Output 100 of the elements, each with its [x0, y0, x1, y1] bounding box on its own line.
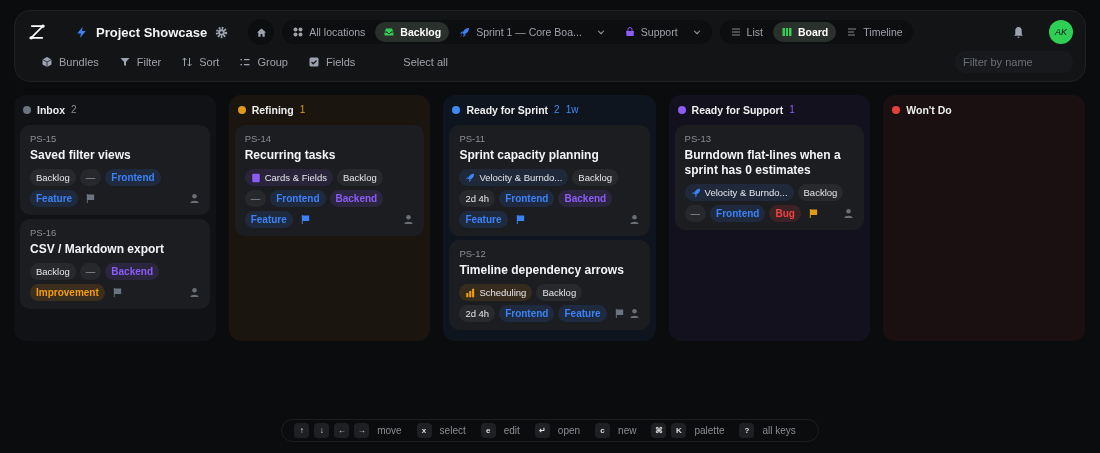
board-icon — [780, 26, 793, 38]
toolbar-button[interactable]: Bundles — [35, 52, 105, 72]
key-cap: c — [595, 423, 611, 438]
priority-chip[interactable]: — — [244, 190, 267, 207]
assignee-icon — [188, 287, 200, 298]
toolbar-button[interactable]: Fields — [302, 52, 362, 72]
project-title: Project Showcase — [96, 24, 208, 40]
toolbar-button[interactable]: Sort — [175, 52, 226, 72]
tag-chip[interactable]: Frontend — [710, 205, 766, 222]
flag-icon[interactable] — [514, 214, 526, 225]
toolbar-button[interactable]: Group — [233, 52, 294, 72]
status-chip[interactable]: Backlog — [797, 184, 844, 201]
task-title: Sprint capacity planning — [459, 148, 600, 163]
task-id: PS-15 — [30, 133, 58, 144]
key-cap: x — [416, 423, 432, 438]
location-tab[interactable]: Backlog — [375, 22, 450, 42]
task-card[interactable]: PS-15 Saved filter views Backlog — Frontend Feature — [20, 125, 210, 215]
tag-chip[interactable]: Frontend — [499, 305, 555, 322]
tag-chip[interactable]: Improvement — [30, 284, 105, 301]
task-card[interactable]: PS-13 Burndown flat-lines when a sprint has 0 estimates Velocity & Burndo... Backlog — Frontend Bug — [674, 125, 865, 230]
view-tab[interactable]: Board — [772, 22, 837, 42]
tag-chip[interactable]: Frontend — [270, 190, 326, 207]
project-chip[interactable]: Velocity & Burndo... — [684, 184, 794, 201]
task-id: PS-16 — [30, 227, 58, 238]
tag-chip[interactable]: Feature — [244, 211, 293, 228]
column-title: Won't Do — [906, 103, 952, 116]
column-count: 2 — [71, 104, 77, 115]
flag-icon[interactable] — [807, 208, 819, 219]
task-id: PS-14 — [244, 133, 273, 144]
key-cap: ← — [334, 423, 350, 438]
task-id: PS-12 — [459, 248, 487, 259]
shortcut-label: palette — [694, 425, 725, 436]
lightning-icon — [75, 25, 88, 39]
estimate-chip[interactable]: 2d 4h — [459, 190, 496, 207]
rocket-icon — [459, 26, 472, 38]
tag-chip[interactable]: Frontend — [499, 190, 555, 207]
assignee-icon — [188, 193, 200, 204]
bell-icon — [1012, 25, 1025, 39]
status-chip[interactable]: Backlog — [30, 169, 76, 186]
project-chip[interactable]: Scheduling — [459, 284, 533, 301]
assignee-icon — [628, 214, 640, 225]
task-card[interactable]: PS-11 Sprint capacity planning Velocity & Burndo... Backlog 2d 4h Frontend Backend Feature — [449, 125, 650, 236]
status-chip[interactable]: Backlog — [337, 169, 383, 186]
view-tab[interactable]: Timeline — [838, 22, 911, 42]
tag-chip[interactable]: Bug — [769, 205, 801, 222]
filter-icon — [118, 56, 131, 68]
timeline-icon — [846, 26, 859, 38]
column-count: 1 — [789, 104, 795, 115]
task-card[interactable]: PS-14 Recurring tasks Cards & Fields Backlog — Frontend Backend Feature — [234, 125, 425, 236]
shortcut-label: new — [618, 425, 637, 436]
flag-icon[interactable] — [111, 287, 123, 298]
key-cap: ↓ — [314, 423, 330, 438]
flag-icon[interactable] — [613, 308, 625, 319]
shortcut-label: move — [377, 425, 402, 436]
column-estimate: 1w — [565, 104, 579, 115]
tag-chip[interactable]: Feature — [558, 305, 607, 322]
task-card[interactable]: PS-12 Timeline dependency arrows Scheduling Backlog 2d 4h Frontend Feature — [449, 240, 650, 330]
tag-chip[interactable]: Frontend — [105, 169, 161, 186]
assignee-icon — [403, 214, 415, 225]
tag-chip[interactable]: Feature — [459, 211, 508, 228]
task-title: CSV / Markdown export — [30, 242, 166, 257]
logo-icon — [27, 22, 47, 42]
tag-chip[interactable]: Feature — [30, 190, 79, 207]
home-button[interactable] — [248, 19, 275, 45]
sort-icon — [181, 56, 194, 68]
assignee-icon — [843, 208, 855, 219]
home-icon — [255, 26, 267, 38]
shortcut-label: open — [557, 425, 581, 436]
toolbar-button[interactable]: Select all — [397, 52, 454, 72]
project-chip[interactable]: Cards & Fields — [244, 169, 333, 186]
view-tab[interactable]: List — [721, 22, 771, 42]
key-cap: ↵ — [534, 423, 550, 438]
shortcut-label: select — [439, 425, 466, 436]
flag-icon[interactable] — [299, 214, 311, 225]
status-chip[interactable]: Backlog — [572, 169, 619, 186]
column-count: 1 — [299, 104, 306, 115]
chevron-down-icon[interactable] — [691, 27, 702, 37]
project-chip[interactable]: Velocity & Burndo... — [459, 169, 569, 186]
location-tab[interactable]: Sprint 1 — Core Boa... — [451, 22, 614, 42]
task-card[interactable]: PS-16 CSV / Markdown export Backlog — Backend Improvement — [20, 219, 210, 309]
toolbar-button[interactable]: Filter — [112, 52, 168, 72]
cube-icon — [41, 56, 53, 68]
flag-icon[interactable] — [85, 193, 97, 204]
status-chip[interactable]: Backlog — [30, 263, 76, 280]
priority-chip[interactable]: — — [79, 169, 102, 186]
task-title: Recurring tasks — [244, 148, 337, 163]
key-cap: → — [354, 423, 370, 438]
status-chip[interactable]: Backlog — [536, 284, 583, 301]
user-avatar[interactable]: AK — [1049, 20, 1073, 44]
estimate-chip[interactable]: 2d 4h — [459, 305, 496, 322]
task-id: PS-13 — [684, 133, 712, 144]
filter-field[interactable]: Filter by name — [955, 51, 1073, 73]
location-tab[interactable]: All locations — [284, 22, 374, 42]
location-tab[interactable]: Support — [615, 22, 710, 42]
column-count: 2 — [554, 104, 560, 115]
priority-chip[interactable]: — — [684, 205, 707, 222]
chevron-down-icon[interactable] — [595, 27, 606, 37]
column-title: Ready for Support — [691, 103, 784, 116]
priority-chip[interactable]: — — [79, 263, 102, 280]
column-title: Inbox — [37, 103, 65, 116]
